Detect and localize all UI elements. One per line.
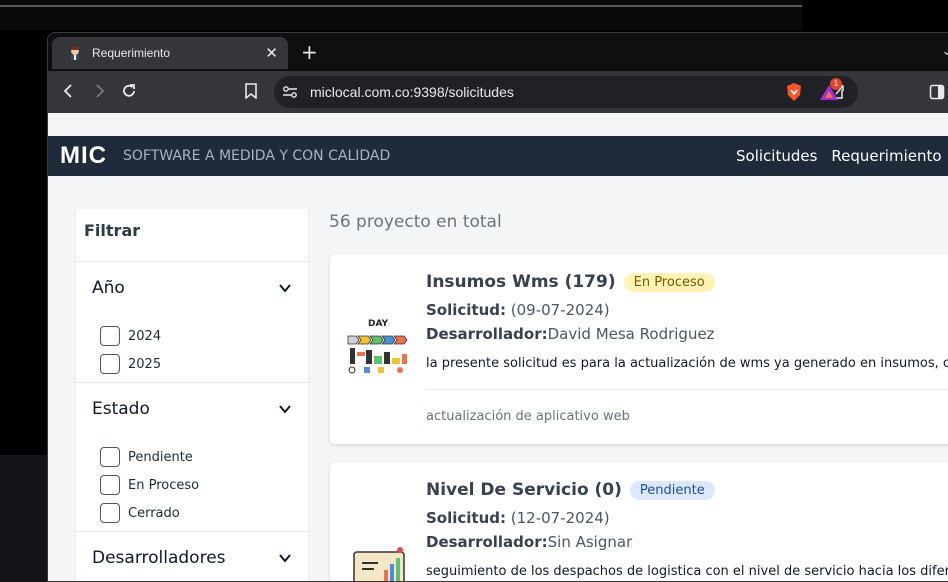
checkbox[interactable] [100,326,120,346]
back-icon[interactable] [58,80,80,102]
tab-strip: Requerimiento ✕ + ⌄ [48,33,948,71]
project-image-text: DAY [368,319,389,329]
checkbox[interactable] [100,503,120,523]
new-tab-button[interactable]: + [301,42,318,62]
project-title[interactable]: Insumos Wms (179) [426,272,616,292]
request-date: (09-07-2024) [506,301,610,319]
brand-tagline: SOFTWARE A MEDIDA Y CON CALIDAD [123,148,391,164]
tab-title: Requerimiento [92,46,171,60]
filter-section-developers[interactable]: Desarrolladores [92,548,292,568]
tab-favicon-icon [71,47,79,60]
developer-name: Sin Asignar [547,533,633,551]
brand-logo[interactable]: MIC [60,142,107,170]
browser-window: Requerimiento ✕ + ⌄ miclocal.com.co:9398… [47,32,948,582]
address-bar[interactable]: miclocal.com.co:9398/solicitudes [274,76,858,108]
checkbox-row[interactable]: Pendiente [100,447,193,467]
request-date-line: Solicitud: (12-07-2024) [426,509,610,527]
request-date: (12-07-2024) [506,509,610,527]
app-header: MIC SOFTWARE A MEDIDA Y CON CALIDAD Soli… [48,136,948,176]
checkbox-label[interactable]: 2024 [128,329,161,344]
project-title-row: Insumos Wms (179) En Proceso [426,272,715,292]
developer-label: Desarrollador: [426,533,548,551]
filter-section-label: Estado [92,399,150,419]
checkbox[interactable] [100,475,120,495]
brave-rewards-icon[interactable]: 1 [818,78,842,103]
divider [76,531,308,532]
status-badge: Pendiente [629,480,715,500]
project-title[interactable]: Nivel De Servicio (0) [426,480,622,500]
project-card[interactable]: DAY Insumos Wms (179) En Proceso Solicit… [330,254,948,444]
tab-search-chevron-icon[interactable]: ⌄ [941,43,948,59]
reload-icon[interactable] [118,80,140,102]
sidebar-icon[interactable] [926,81,948,103]
brave-shield-icon[interactable] [783,81,805,103]
request-date-label: Solicitud: [426,301,507,319]
filter-section-year[interactable]: Año [92,278,292,298]
checkbox-row[interactable]: 2025 [100,354,161,374]
checkbox-row[interactable]: Cerrado [100,503,180,523]
notification-badge: 1 [830,78,842,90]
nav-link-solicitudes[interactable]: Solicitudes [736,147,817,165]
project-total-count: 56 proyecto en total [329,212,502,232]
filter-section-label: Año [92,278,125,298]
request-date-line: Solicitud: (09-07-2024) [426,301,610,319]
url-text[interactable]: miclocal.com.co:9398/solicitudes [310,84,828,100]
tab-requerimiento[interactable]: Requerimiento ✕ [52,37,288,69]
chevron-down-icon[interactable] [278,551,292,565]
project-card[interactable]: Nivel De Servicio (0) Pendiente Solicitu… [330,462,948,581]
checkbox-label[interactable]: 2025 [128,357,161,372]
status-badge: En Proceso [623,272,715,292]
project-description: la presente solicitud es para la actuali… [426,356,948,371]
project-category: actualización de aplicativo web [426,409,630,424]
filter-title: Filtrar [84,221,141,240]
request-date-label: Solicitud: [426,509,507,527]
desktop-background-bottom [0,455,47,582]
filter-section-label: Desarrolladores [92,548,226,568]
divider [426,389,948,390]
divider [76,382,308,383]
desktop-window-edge [0,5,802,7]
developer-label: Desarrollador: [426,325,548,343]
divider [76,261,308,262]
developer-line: Desarrollador:David Mesa Rodriguez [426,325,715,343]
web-page: MIC SOFTWARE A MEDIDA Y CON CALIDAD Soli… [48,113,948,581]
developer-line: Desarrollador:Sin Asignar [426,533,632,551]
checkbox[interactable] [100,354,120,374]
site-info-icon[interactable] [282,85,298,99]
checkbox[interactable] [100,447,120,467]
checkbox-row[interactable]: En Proceso [100,475,199,495]
chevron-down-icon[interactable] [278,281,292,295]
checkbox-row[interactable]: 2024 [100,326,161,346]
chevron-down-icon[interactable] [278,402,292,416]
project-description: seguimiento de los despachos de logistic… [426,564,948,579]
forward-icon[interactable] [88,80,110,102]
checkbox-label[interactable]: En Proceso [128,478,199,493]
project-title-row: Nivel De Servicio (0) Pendiente [426,480,715,500]
page-top-spacing [48,113,948,136]
main-nav: Solicitudes Requerimiento [736,136,948,176]
nav-link-requerimiento[interactable]: Requerimiento [831,147,941,165]
tab-close-icon[interactable]: ✕ [265,45,278,61]
browser-toolbar: miclocal.com.co:9398/solicitudes 1 [48,71,948,113]
checkbox-label[interactable]: Cerrado [128,506,180,521]
filter-panel: Filtrar Año 2024 2025 Estado Pendiente E… [76,209,308,581]
project-image: DAY [347,319,408,374]
developer-name: David Mesa Rodriguez [547,325,715,343]
filter-section-status[interactable]: Estado [92,399,292,419]
checkbox-label[interactable]: Pendiente [128,450,193,465]
bookmark-icon[interactable] [240,80,262,102]
project-image [353,547,405,581]
desktop-background-left [0,30,47,455]
